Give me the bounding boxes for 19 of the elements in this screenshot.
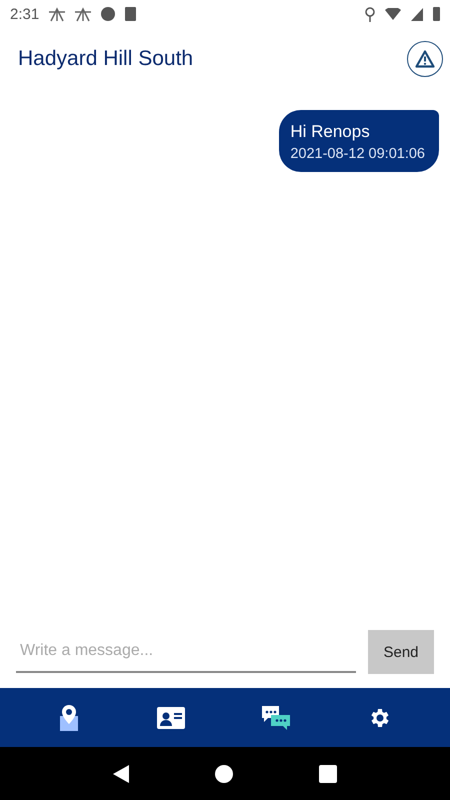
status-time: 2:31 (10, 6, 40, 22)
home-icon[interactable] (215, 764, 233, 782)
location-icon (365, 6, 375, 22)
message-text: Hi Renops (290, 122, 371, 142)
wifi-icon (385, 8, 401, 20)
sd-card-icon (125, 7, 136, 21)
chat-bubbles-icon (261, 704, 292, 730)
back-icon[interactable] (113, 764, 129, 782)
page-title: Hadyard Hill South (18, 47, 194, 71)
message-timestamp: 2021-08-12 09:01:06 (290, 146, 425, 162)
warning-icon (415, 50, 435, 68)
circle-icon (101, 7, 116, 21)
signal-icon (411, 8, 423, 20)
recents-icon[interactable] (319, 764, 337, 782)
contact-card-icon (156, 706, 185, 728)
alert-button[interactable] (407, 41, 443, 77)
battery-icon (433, 7, 440, 21)
map-pin-icon (58, 704, 80, 732)
send-button[interactable]: Send (368, 630, 434, 674)
